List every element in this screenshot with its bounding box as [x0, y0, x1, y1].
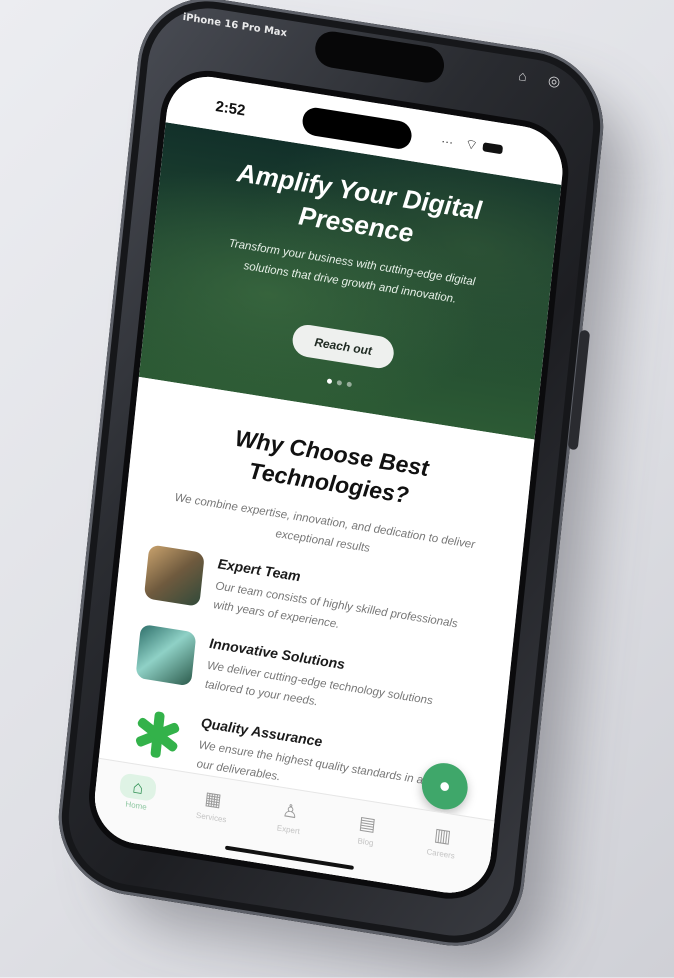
- home-indicator: [224, 845, 354, 870]
- wifi-icon: ⌔: [464, 135, 479, 154]
- dynamic-island: [301, 105, 413, 151]
- tab-expert[interactable]: ♙ Expert: [260, 795, 319, 839]
- innovation-photo: [135, 623, 197, 687]
- simulator-home-icon[interactable]: ⌂: [518, 67, 528, 84]
- phone-device: iPhone 16 Pro Max ⌂ ◎ 2:52 ··· ⌔ Amplify…: [51, 0, 611, 957]
- simulator-screenshot-icon[interactable]: ◎: [547, 72, 561, 91]
- carousel-dot[interactable]: [326, 378, 333, 385]
- home-icon: ⌂: [118, 772, 158, 802]
- chat-icon: ●: [437, 773, 452, 798]
- app-screen: 2:52 ··· ⌔ Amplify Your Digital Presence…: [90, 70, 567, 899]
- tab-services[interactable]: ▦ Services: [183, 783, 242, 827]
- battery-icon: [482, 142, 504, 155]
- carousel-dot[interactable]: [336, 379, 343, 386]
- tab-home[interactable]: ⌂ Home: [108, 771, 167, 815]
- tab-blog[interactable]: ▤ Blog: [337, 807, 396, 851]
- simulator-dynamic-island: [313, 28, 446, 86]
- reach-out-button[interactable]: Reach out: [291, 322, 396, 371]
- asterisk-badge-icon: [127, 703, 189, 766]
- carousel-dots: [326, 378, 352, 388]
- signal-icon: ···: [440, 133, 454, 150]
- tab-label: Home: [125, 799, 148, 812]
- carousel-dot[interactable]: [346, 381, 352, 388]
- team-photo: [143, 544, 205, 607]
- simulator-label: iPhone 16 Pro Max: [182, 11, 288, 40]
- tab-careers[interactable]: ▥ Careers: [413, 819, 472, 863]
- scene: iPhone 16 Pro Max ⌂ ◎ 2:52 ··· ⌔ Amplify…: [0, 0, 674, 978]
- status-time: 2:52: [214, 97, 247, 120]
